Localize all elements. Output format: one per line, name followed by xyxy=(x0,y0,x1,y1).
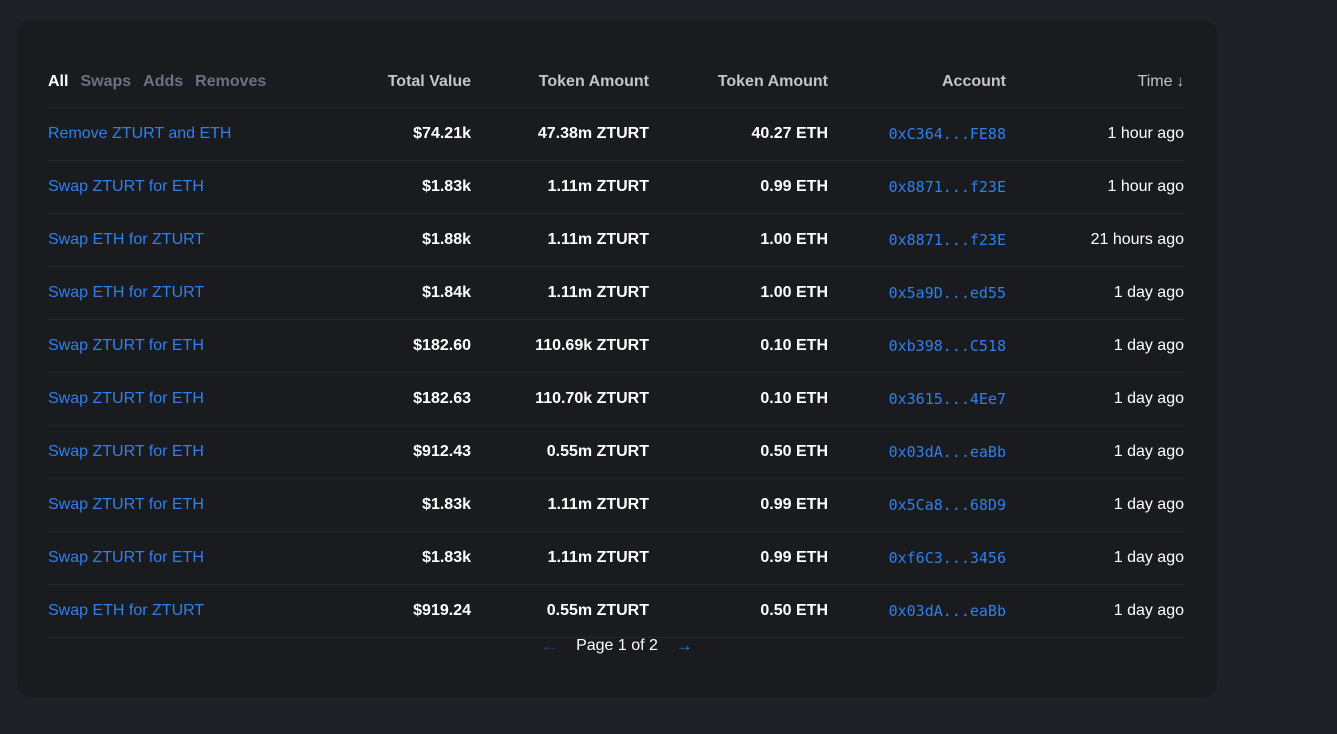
total-value-cell: $182.60 xyxy=(413,337,471,354)
total-value-cell: $1.83k xyxy=(422,178,471,195)
account-address-link[interactable]: 0xC364...FE88 xyxy=(828,125,1006,143)
token-amount-2-cell: 0.50 ETH xyxy=(760,602,828,619)
time-cell: 21 hours ago xyxy=(1090,231,1184,248)
account-address-link[interactable]: 0xb398...C518 xyxy=(828,337,1006,355)
account-address-link[interactable]: 0x5Ca8...68D9 xyxy=(828,496,1006,514)
total-value-cell: $1.83k xyxy=(422,496,471,513)
token-amount-1-cell: 110.70k ZTURT xyxy=(535,390,649,407)
transactions-panel: All Swaps Adds Removes Total Value Token… xyxy=(17,20,1217,698)
transaction-action-link[interactable]: Swap ZTURT for ETH xyxy=(48,443,301,461)
token-amount-2-cell: 40.27 ETH xyxy=(751,125,828,142)
token-amount-1-cell: 1.11m ZTURT xyxy=(547,178,649,195)
page-indicator: Page 1 of 2 xyxy=(576,637,658,654)
transaction-action-link[interactable]: Swap ZTURT for ETH xyxy=(48,178,301,196)
transaction-action-link[interactable]: Swap ZTURT for ETH xyxy=(48,337,301,355)
token-amount-2-cell: 1.00 ETH xyxy=(760,231,828,248)
account-address-link[interactable]: 0xf6C3...3456 xyxy=(828,549,1006,567)
account-address-link[interactable]: 0x8871...f23E xyxy=(828,231,1006,249)
filter-tabs: All Swaps Adds Removes xyxy=(48,73,301,91)
total-value-cell: $912.43 xyxy=(413,443,471,460)
pagination: ← Page 1 of 2 → xyxy=(17,636,1217,656)
table-row: Swap ZTURT for ETH $1.83k 1.11m ZTURT 0.99 … xyxy=(48,161,1184,214)
table-header: All Swaps Adds Removes Total Value Token… xyxy=(48,56,1184,108)
token-amount-1-cell: 47.38m ZTURT xyxy=(537,125,649,142)
account-address-link[interactable]: 0x03dA...eaBb xyxy=(828,602,1006,620)
table-row: Swap ZTURT for ETH $182.60 110.69k ZTURT 0.… xyxy=(48,320,1184,373)
table-row: Swap ETH for ZTURT $919.24 0.55m ZTURT 0.50… xyxy=(48,585,1184,638)
time-cell: 1 day ago xyxy=(1113,496,1184,513)
transaction-action-link[interactable]: Swap ETH for ZTURT xyxy=(48,231,301,249)
table-row: Remove ZTURT and ETH $74.21k 47.38m ZTURT 4… xyxy=(48,108,1184,161)
token-amount-2-cell: 1.00 ETH xyxy=(760,284,828,301)
total-value-cell: $1.88k xyxy=(422,231,471,248)
token-amount-1-cell: 0.55m ZTURT xyxy=(546,602,649,619)
transactions-table: All Swaps Adds Removes Total Value Token… xyxy=(48,56,1184,638)
token-amount-1-cell: 1.11m ZTURT xyxy=(547,231,649,248)
token-amount-1-cell: 110.69k ZTURT xyxy=(535,337,649,354)
table-row: Swap ZTURT for ETH $182.63 110.70k ZTURT 0.… xyxy=(48,373,1184,426)
token-amount-1-cell: 1.11m ZTURT xyxy=(547,284,649,301)
token-amount-1-cell: 0.55m ZTURT xyxy=(546,443,649,460)
time-cell: 1 day ago xyxy=(1113,602,1184,619)
time-cell: 1 day ago xyxy=(1113,390,1184,407)
total-value-cell: $1.83k xyxy=(422,549,471,566)
column-header-total-value[interactable]: Total Value xyxy=(301,73,471,91)
total-value-cell: $1.84k xyxy=(422,284,471,301)
account-address-link[interactable]: 0x8871...f23E xyxy=(828,178,1006,196)
token-amount-1-cell: 1.11m ZTURT xyxy=(547,549,649,566)
column-header-time[interactable]: Time ↓ xyxy=(1006,73,1184,91)
filter-removes-tab[interactable]: Removes xyxy=(195,73,266,91)
account-address-link[interactable]: 0x3615...4Ee7 xyxy=(828,390,1006,408)
account-address-link[interactable]: 0x03dA...eaBb xyxy=(828,443,1006,461)
token-amount-2-cell: 0.10 ETH xyxy=(760,337,828,354)
token-amount-1-cell: 1.11m ZTURT xyxy=(547,496,649,513)
previous-page-arrow-icon[interactable]: ← xyxy=(541,636,558,656)
token-amount-2-cell: 0.50 ETH xyxy=(760,443,828,460)
table-body: Remove ZTURT and ETH $74.21k 47.38m ZTURT 4… xyxy=(48,108,1184,638)
account-address-link[interactable]: 0x5a9D...ed55 xyxy=(828,284,1006,302)
table-row: Swap ETH for ZTURT $1.84k 1.11m ZTURT 1.00 … xyxy=(48,267,1184,320)
filter-adds-tab[interactable]: Adds xyxy=(143,73,183,91)
column-header-time-label: Time xyxy=(1137,72,1173,90)
sort-descending-icon: ↓ xyxy=(1176,72,1185,90)
table-row: Swap ZTURT for ETH $1.83k 1.11m ZTURT 0.99 … xyxy=(48,532,1184,585)
transaction-action-link[interactable]: Swap ETH for ZTURT xyxy=(48,602,301,620)
column-header-token-amount-1[interactable]: Token Amount xyxy=(471,73,649,91)
total-value-cell: $919.24 xyxy=(413,602,471,619)
table-row: Swap ETH for ZTURT $1.88k 1.11m ZTURT 1.00 … xyxy=(48,214,1184,267)
column-header-token-amount-2[interactable]: Token Amount xyxy=(649,73,828,91)
transaction-action-link[interactable]: Swap ZTURT for ETH xyxy=(48,549,301,567)
table-row: Swap ZTURT for ETH $912.43 0.55m ZTURT 0.50… xyxy=(48,426,1184,479)
time-cell: 1 hour ago xyxy=(1107,178,1184,195)
column-header-account[interactable]: Account xyxy=(828,73,1006,91)
filter-swaps-tab[interactable]: Swaps xyxy=(80,73,131,91)
time-cell: 1 day ago xyxy=(1113,337,1184,354)
token-amount-2-cell: 0.99 ETH xyxy=(760,496,828,513)
time-cell: 1 day ago xyxy=(1113,443,1184,460)
time-cell: 1 hour ago xyxy=(1107,125,1184,142)
token-amount-2-cell: 0.99 ETH xyxy=(760,178,828,195)
transaction-action-link[interactable]: Swap ZTURT for ETH xyxy=(48,496,301,514)
time-cell: 1 day ago xyxy=(1113,284,1184,301)
time-cell: 1 day ago xyxy=(1113,549,1184,566)
transaction-action-link[interactable]: Swap ETH for ZTURT xyxy=(48,284,301,302)
token-amount-2-cell: 0.10 ETH xyxy=(760,390,828,407)
total-value-cell: $182.63 xyxy=(413,390,471,407)
transaction-action-link[interactable]: Swap ZTURT for ETH xyxy=(48,390,301,408)
next-page-arrow-icon[interactable]: → xyxy=(676,636,693,656)
token-amount-2-cell: 0.99 ETH xyxy=(760,549,828,566)
transaction-action-link[interactable]: Remove ZTURT and ETH xyxy=(48,125,301,143)
filter-all-tab[interactable]: All xyxy=(48,73,68,91)
total-value-cell: $74.21k xyxy=(413,125,471,142)
table-row: Swap ZTURT for ETH $1.83k 1.11m ZTURT 0.99 … xyxy=(48,479,1184,532)
